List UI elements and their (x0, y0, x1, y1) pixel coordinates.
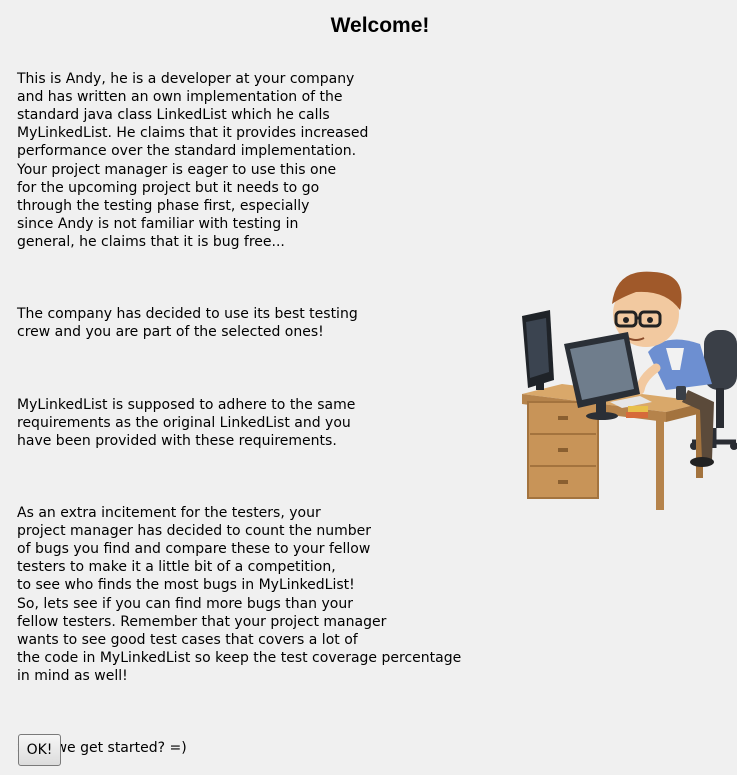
ok-button[interactable]: OK! (18, 734, 61, 766)
developer-at-desk-icon (522, 271, 737, 510)
paragraph-start: Shall we get started? =) (17, 740, 187, 757)
intro-text: This is Andy, he is a developer at your … (17, 52, 522, 775)
paragraph-competition: As an extra incitement for the testers, … (17, 505, 462, 684)
paragraph-requirements: MyLinkedList is supposed to adhere to th… (17, 396, 356, 449)
dialog-title: Welcome! (330, 14, 430, 37)
paragraph-team: The company has decided to use its best … (17, 306, 358, 341)
paragraph-intro: This is Andy, he is a developer at your … (17, 71, 369, 250)
welcome-dialog: Welcome! This is Andy, he is a developer… (0, 0, 737, 771)
